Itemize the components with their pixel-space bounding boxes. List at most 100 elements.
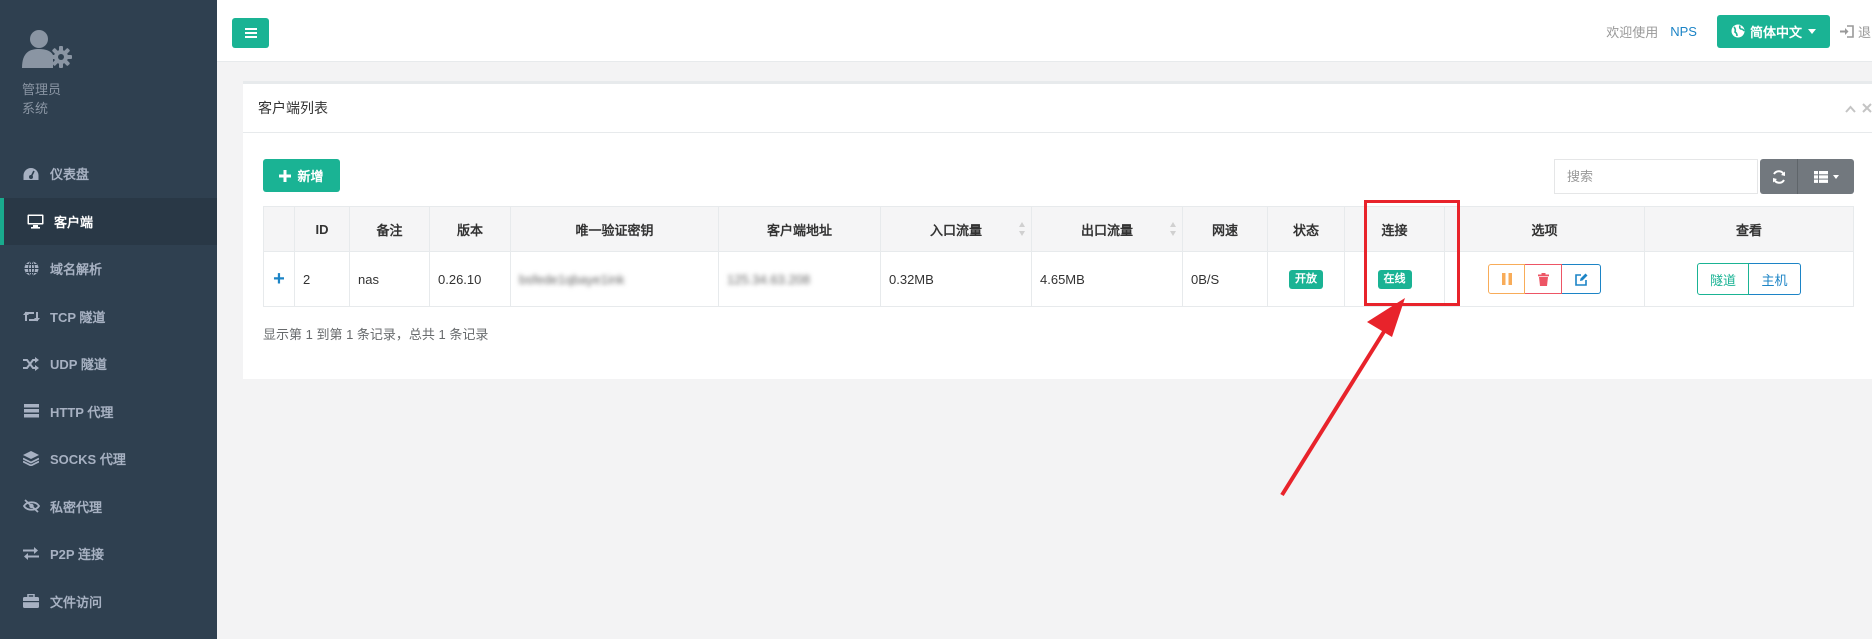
logout-label: 退出 [1858,24,1872,40]
view-button-group: 隧道 主机 [1697,263,1801,295]
plus-icon [279,169,292,182]
cell-vkey: bsfede1qbaye1ink [510,251,719,307]
sidebar-item-label: UDP 隧道 [50,357,107,373]
caret-down-icon [1832,174,1839,179]
status-badge: 开放 [1289,269,1323,289]
plus-icon[interactable]: + [273,268,285,290]
language-dropdown[interactable]: 简体中文 [1716,14,1830,48]
pause-icon [1501,273,1512,285]
address-value: 125.34.63.208 [727,271,811,287]
sidebar-item-tcp[interactable]: TCP 隧道 [0,293,217,341]
sort-icon [1019,222,1026,236]
edit-button[interactable] [1562,264,1601,294]
sidebar-item-label: TCP 隧道 [50,309,106,325]
sidebar-item-dashboard[interactable]: 仪表盘 [0,150,217,198]
cell-id: 2 [294,251,350,307]
chevron-up-icon[interactable] [1845,100,1856,116]
sidebar-item-clients[interactable]: 客户端 [0,197,217,245]
col-speed[interactable]: 网速 [1182,206,1268,252]
sidebar-item-label: P2P 连接 [50,547,104,563]
retweet-icon [22,308,40,324]
top-navbar: 欢迎使用 NPS 简体中文 退出 [217,0,1872,62]
dashboard-icon [22,166,40,182]
col-vkey[interactable]: 唯一验证密钥 [510,206,719,252]
desktop-icon [26,213,44,229]
client-list-panel: 客户端列表 新增 ID 备注 版本 唯一验证密钥 客户端地址 入 [243,81,1872,379]
refresh-button[interactable] [1760,159,1798,194]
add-client-button[interactable]: 新增 [263,159,340,192]
view-tunnel-button[interactable]: 隧道 [1697,263,1749,295]
layers-icon [22,451,40,467]
edit-icon [1574,273,1588,286]
panel-title: 客户端列表 [258,100,328,116]
sidebar-nav: 仪表盘 客户端 域名解析 TCP 隧道 UDP 隧道 HTTP 代理 SOCKS… [0,150,217,625]
eye-slash-icon [22,498,40,514]
add-label: 新增 [297,169,324,184]
exchange-icon [22,546,40,562]
expand-toggle[interactable]: + [263,251,295,307]
random-icon [22,356,40,372]
col-status[interactable]: 状态 [1267,206,1345,252]
sidebar-item-label: 文件访问 [50,594,103,610]
pagination-info: 显示第 1 到第 1 条记录，总共 1 条记录 [263,327,489,342]
sidebar-item-secret[interactable]: 私密代理 [0,483,217,531]
cell-speed: 0B/S [1182,251,1268,307]
welcome-text: 欢迎使用 [1606,24,1659,40]
sidebar: 管理员 系统 仪表盘 客户端 域名解析 TCP 隧道 UDP 隧道 HTTP 代… [0,0,217,639]
delete-button[interactable] [1525,264,1562,294]
columns-toggle-button[interactable] [1798,159,1854,194]
col-version[interactable]: 版本 [429,206,511,252]
sidebar-toggle-button[interactable] [232,18,269,48]
table-header-row: ID 备注 版本 唯一验证密钥 客户端地址 入口流量 出口流量 网速 状态 连接… [263,206,1854,252]
col-out-flow-label: 出口流量 [1080,222,1133,238]
role-line1: 管理员 [22,82,62,97]
col-in-flow-label: 入口流量 [929,222,982,238]
sign-out-icon [1840,24,1854,38]
sidebar-item-http[interactable]: HTTP 代理 [0,388,217,436]
sidebar-item-domain[interactable]: 域名解析 [0,245,217,293]
refresh-icon [1772,169,1786,184]
brand-link[interactable]: NPS [1670,24,1697,39]
cell-options [1444,251,1645,307]
th-list-icon [1813,170,1828,183]
globe-icon [22,261,40,277]
admin-avatar-icon [22,28,76,72]
sidebar-item-socks[interactable]: SOCKS 代理 [0,435,217,483]
col-id[interactable]: ID [294,206,350,252]
sidebar-item-p2p[interactable]: P2P 连接 [0,530,217,578]
cell-remark: nas [349,251,430,307]
sort-icon [1170,222,1177,236]
col-address[interactable]: 客户端地址 [718,206,881,252]
sidebar-item-label: 域名解析 [50,262,103,278]
cell-version: 0.26.10 [429,251,511,307]
cell-in-flow: 0.32MB [880,251,1032,307]
col-out-flow[interactable]: 出口流量 [1031,206,1183,252]
sidebar-item-files[interactable]: 文件访问 [0,578,217,626]
sidebar-item-label: 私密代理 [50,499,103,515]
col-options[interactable]: 选项 [1444,206,1645,252]
table-toolbar [1760,159,1854,194]
view-host-button[interactable]: 主机 [1749,263,1801,295]
client-table: ID 备注 版本 唯一验证密钥 客户端地址 入口流量 出口流量 网速 状态 连接… [263,206,1854,307]
sidebar-item-label: 仪表盘 [50,167,90,183]
pause-button[interactable] [1488,264,1525,294]
sidebar-item-udp[interactable]: UDP 隧道 [0,340,217,388]
search-input[interactable] [1554,159,1758,194]
panel-tools [1845,100,1872,116]
col-view[interactable]: 查看 [1644,206,1854,252]
panel-header: 客户端列表 [243,84,1872,133]
language-label: 简体中文 [1749,24,1802,40]
table-row: + 2 nas 0.26.10 bsfede1qbaye1ink 125.34.… [263,251,1854,307]
close-icon[interactable] [1862,100,1872,116]
cell-address: 125.34.63.208 [718,251,881,307]
sidebar-item-label: 客户端 [54,214,94,230]
logout-link[interactable]: 退出 [1840,22,1872,41]
cell-view: 隧道 主机 [1644,251,1854,307]
col-remark[interactable]: 备注 [349,206,430,252]
col-in-flow[interactable]: 入口流量 [880,206,1032,252]
sidebar-item-label: HTTP 代理 [50,404,114,420]
top-right-area: 欢迎使用 NPS 简体中文 退出 [1606,0,1872,62]
globe-icon [1731,24,1745,38]
trash-icon [1537,272,1549,286]
caret-down-icon [1808,28,1816,34]
